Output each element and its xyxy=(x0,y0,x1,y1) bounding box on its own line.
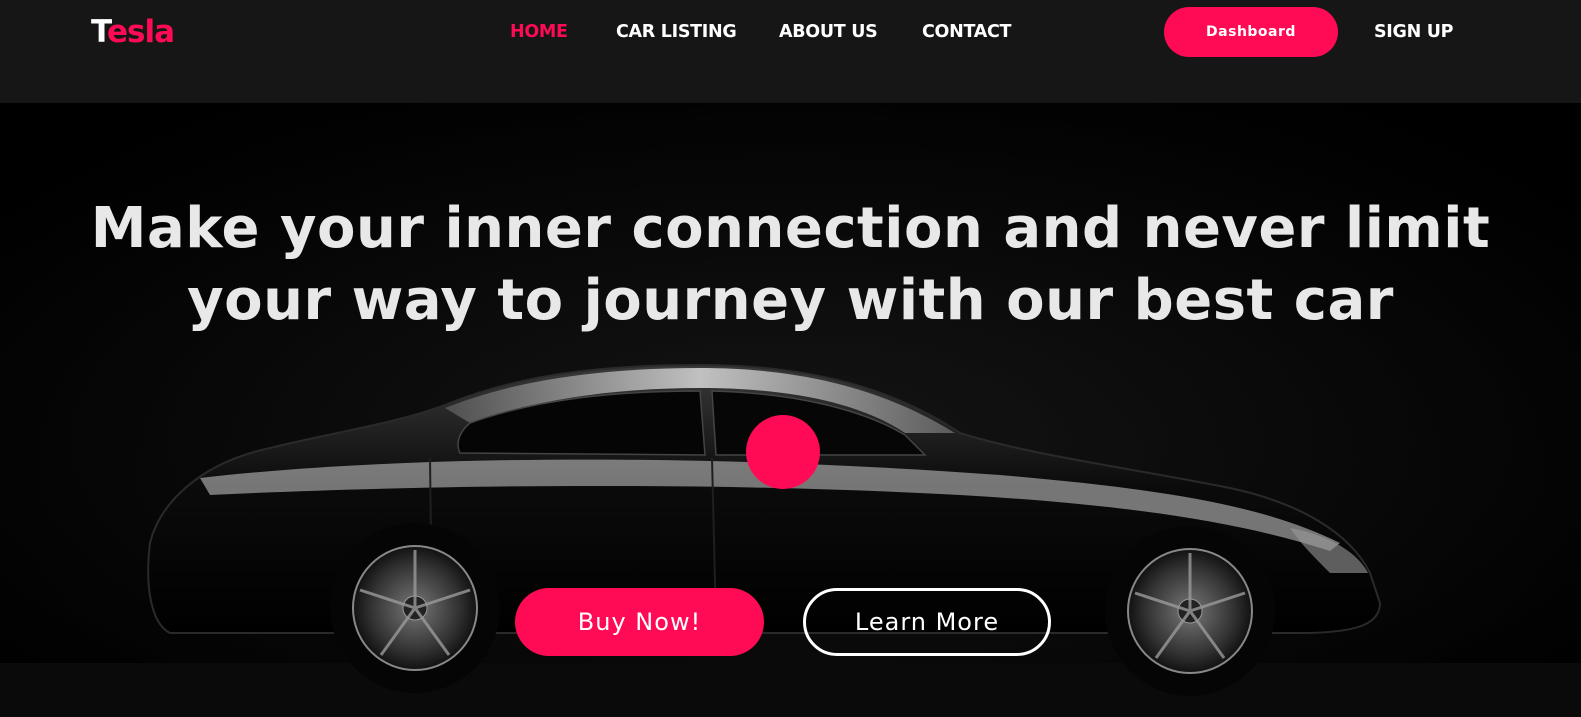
hero-headline-line1: Make your inner connection and never lim… xyxy=(90,196,1491,261)
hero-headline-line2: your way to journey with our best car xyxy=(187,268,1394,333)
hero-headline: Make your inner connection and never lim… xyxy=(0,193,1581,337)
brand-first-letter: T xyxy=(91,14,108,50)
brand-logo[interactable]: Tesla xyxy=(91,12,175,52)
brand-rest: esla xyxy=(107,14,175,50)
play-video-button[interactable] xyxy=(746,415,820,489)
nav-link-home[interactable]: HOME xyxy=(510,21,568,43)
navbar: Tesla HOME CAR LISTING ABOUT US CONTACT … xyxy=(0,0,1581,103)
nav-link-car-listing[interactable]: CAR LISTING xyxy=(616,21,737,43)
learn-more-button[interactable]: Learn More xyxy=(803,588,1051,656)
sign-up-link[interactable]: SIGN UP xyxy=(1374,21,1453,43)
nav-link-about-us[interactable]: ABOUT US xyxy=(779,21,878,43)
hero-section: Make your inner connection and never lim… xyxy=(0,103,1581,717)
buy-now-button[interactable]: Buy Now! xyxy=(515,588,764,656)
nav-link-contact[interactable]: CONTACT xyxy=(922,21,1011,43)
dashboard-button[interactable]: Dashboard xyxy=(1164,7,1338,57)
